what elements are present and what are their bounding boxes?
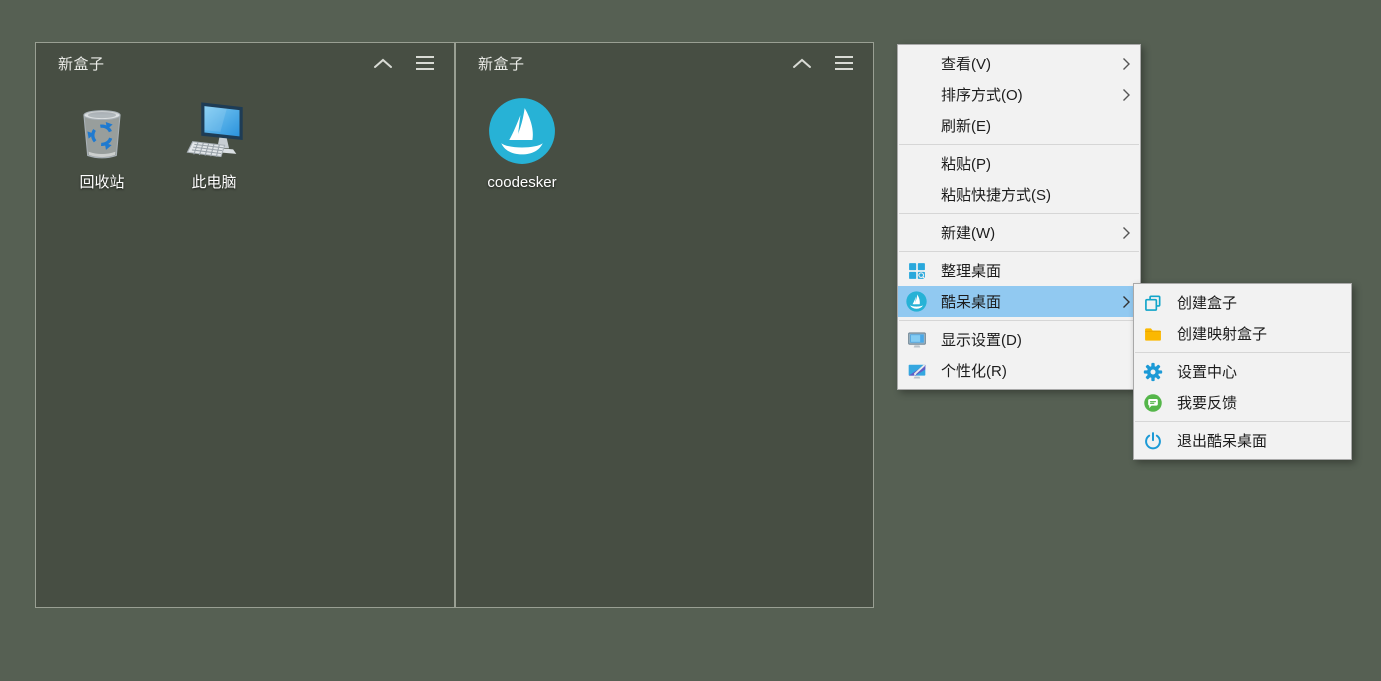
power-icon <box>1142 430 1163 451</box>
box-body: coodesker <box>456 83 873 209</box>
collapse-button[interactable] <box>370 50 396 76</box>
organize-desktop-icon <box>906 260 927 281</box>
menu-item-refresh[interactable]: 刷新(E) <box>898 110 1140 141</box>
coodesker-icon <box>906 291 927 312</box>
coodesker-icon <box>488 97 556 165</box>
submenu-item-create-mapped-box[interactable]: 创建映射盒子 <box>1134 318 1351 349</box>
submenu-arrow-icon <box>1122 295 1131 309</box>
box-menu-button[interactable] <box>412 50 438 76</box>
coodesker-submenu: 创建盒子 创建映射盒子 <box>1133 283 1352 460</box>
menu-separator <box>1135 352 1350 353</box>
desktop-context-menu: 查看(V) 排序方式(O) 刷新(E) 粘贴(P) 粘贴快捷方式(S) 新建(W… <box>897 44 1141 390</box>
collapse-button[interactable] <box>789 50 815 76</box>
this-pc-icon <box>180 97 248 165</box>
menu-separator <box>899 251 1139 252</box>
create-box-icon <box>1142 292 1163 313</box>
submenu-item-create-box[interactable]: 创建盒子 <box>1134 287 1351 318</box>
chevron-up-icon <box>373 57 393 69</box>
desktop-icon-this-pc[interactable]: 此电脑 <box>158 95 270 197</box>
recycle-bin-icon <box>68 97 136 165</box>
menu-item-sort-by[interactable]: 排序方式(O) <box>898 79 1140 110</box>
menu-item-paste-shortcut[interactable]: 粘贴快捷方式(S) <box>898 179 1140 210</box>
menu-item-new[interactable]: 新建(W) <box>898 217 1140 248</box>
desktop-box-right: 新盒子 coodesker <box>455 42 874 608</box>
desktop-icon-label: 回收站 <box>79 174 124 191</box>
box-title: 新盒子 <box>58 53 354 74</box>
submenu-arrow-icon <box>1122 88 1131 102</box>
menu-item-view[interactable]: 查看(V) <box>898 48 1140 79</box>
folder-icon <box>1142 323 1163 344</box>
menu-separator <box>899 213 1139 214</box>
box-title: 新盒子 <box>478 53 773 74</box>
menu-item-paste[interactable]: 粘贴(P) <box>898 148 1140 179</box>
desktop-box-left: 新盒子 <box>35 42 455 608</box>
submenu-arrow-icon <box>1122 226 1131 240</box>
menu-item-display-settings[interactable]: 显示设置(D) <box>898 324 1140 355</box>
box-menu-button[interactable] <box>831 50 857 76</box>
submenu-arrow-icon <box>1122 57 1131 71</box>
menu-item-coodesker[interactable]: 酷呆桌面 <box>898 286 1140 317</box>
hamburger-icon <box>416 56 434 70</box>
box-body: 回收站 <box>36 83 454 209</box>
menu-separator <box>899 320 1139 321</box>
submenu-item-feedback[interactable]: 我要反馈 <box>1134 387 1351 418</box>
box-header[interactable]: 新盒子 <box>36 43 454 83</box>
desktop-icon-coodesker[interactable]: coodesker <box>466 95 578 197</box>
menu-separator <box>1135 421 1350 422</box>
submenu-item-settings-center[interactable]: 设置中心 <box>1134 356 1351 387</box>
menu-separator <box>899 144 1139 145</box>
menu-item-organize-desktop[interactable]: 整理桌面 <box>898 255 1140 286</box>
box-header[interactable]: 新盒子 <box>456 43 873 83</box>
display-settings-icon <box>906 329 927 350</box>
chevron-up-icon <box>792 57 812 69</box>
desktop-icon-recycle-bin[interactable]: 回收站 <box>46 95 158 197</box>
menu-item-personalize[interactable]: 个性化(R) <box>898 355 1140 386</box>
hamburger-icon <box>835 56 853 70</box>
gear-icon <box>1142 361 1163 382</box>
desktop-icon-label: 此电脑 <box>191 174 236 191</box>
desktop-icon-label: coodesker <box>487 174 556 191</box>
feedback-icon <box>1142 392 1163 413</box>
personalize-icon <box>906 360 927 381</box>
submenu-item-exit-coodesker[interactable]: 退出酷呆桌面 <box>1134 425 1351 456</box>
